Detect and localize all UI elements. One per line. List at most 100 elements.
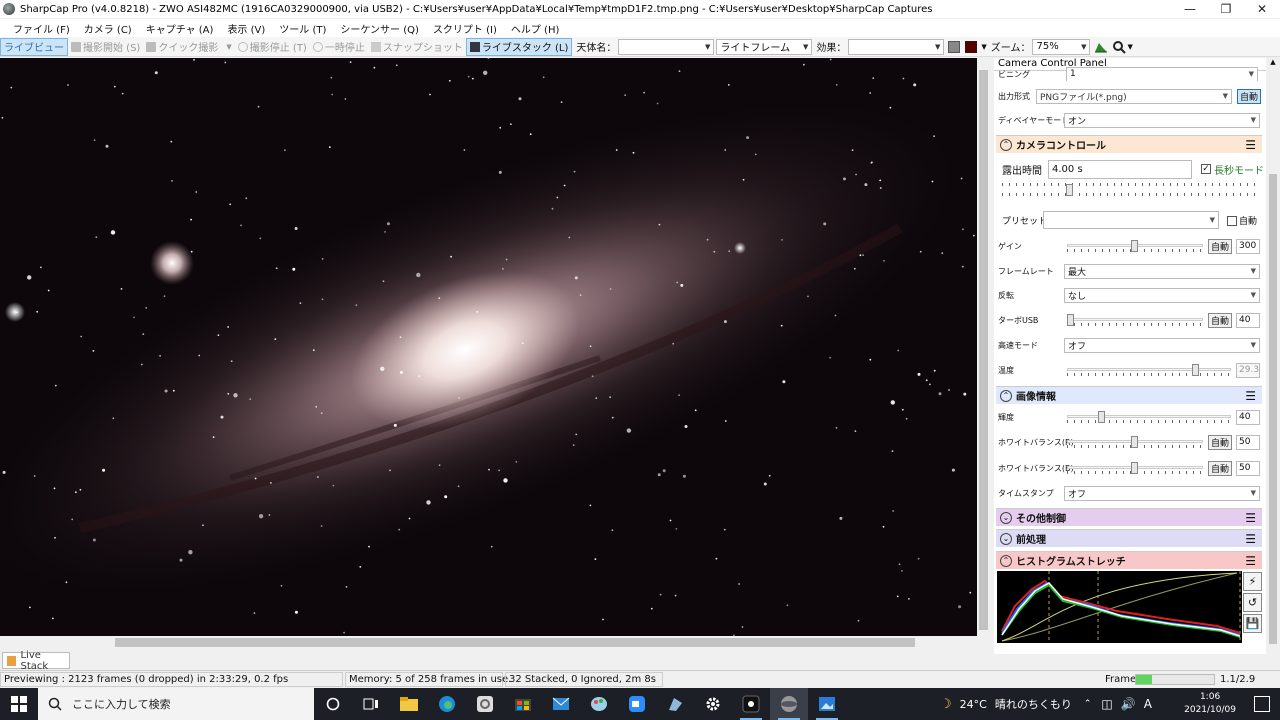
start-capture-button[interactable]: 撮影開始 (S): [68, 38, 143, 56]
chevron-down-icon[interactable]: ▼: [981, 43, 986, 51]
menu-sequencer[interactable]: シーケンサー (Q): [333, 21, 426, 36]
menu-help[interactable]: ヘルプ (H): [504, 21, 567, 36]
settings-icon[interactable]: [694, 688, 732, 720]
target-name-combo[interactable]: ▼: [618, 38, 715, 55]
network-icon[interactable]: ◫: [1101, 697, 1112, 711]
zoom-app-icon[interactable]: [618, 688, 656, 720]
zoom-icon[interactable]: [1112, 40, 1127, 54]
wb-blue-auto-button[interactable]: 自動: [1208, 460, 1233, 476]
reticle-icon[interactable]: [965, 40, 978, 53]
histogram-section-header[interactable]: ⌃ ヒストグラムストレッチ ☰: [996, 551, 1262, 569]
stop-capture-button[interactable]: 撮影停止 (T): [235, 38, 310, 56]
sharpcap-taskbar-icon[interactable]: [770, 688, 808, 720]
timestamp-select[interactable]: オフ ▼: [1064, 485, 1260, 501]
output-auto-button[interactable]: 自動: [1237, 88, 1262, 104]
menu-scripts[interactable]: スクリプト (I): [426, 21, 504, 36]
paint-icon[interactable]: [580, 688, 618, 720]
preset-auto-checkbox[interactable]: [1227, 216, 1237, 226]
menu-camera[interactable]: カメラ (C): [77, 21, 139, 36]
grid-icon[interactable]: [948, 40, 961, 53]
cortana-icon[interactable]: [314, 688, 352, 720]
snapshot-button[interactable]: スナップショット: [368, 38, 466, 56]
turbo-usb-auto-button[interactable]: 自動: [1208, 312, 1233, 328]
turbo-usb-slider[interactable]: [1067, 313, 1203, 327]
flip-select[interactable]: なし ▼: [1064, 287, 1260, 303]
moon-weather-icon[interactable]: ☽: [940, 697, 952, 712]
speaker-icon[interactable]: 🔊: [1121, 697, 1136, 711]
long-exposure-checkbox[interactable]: ✓: [1201, 164, 1211, 174]
hamburger-icon[interactable]: ☰: [1245, 554, 1256, 568]
ink-app-icon[interactable]: [656, 688, 694, 720]
pause-button[interactable]: 一時停止: [310, 38, 368, 56]
gain-slider[interactable]: [1067, 239, 1203, 253]
close-button[interactable]: ✕: [1244, 0, 1280, 18]
scroll-up-icon[interactable]: ▲: [1269, 58, 1277, 68]
reset-icon[interactable]: ↺: [1243, 593, 1262, 612]
brightness-slider-thumb[interactable]: [1098, 411, 1106, 423]
turbo-usb-slider-thumb[interactable]: [1067, 314, 1074, 326]
exposure-slider-thumb[interactable]: [1066, 184, 1073, 196]
live-view-button[interactable]: ライブビュー: [0, 37, 68, 56]
turbo-usb-value[interactable]: 40: [1236, 312, 1260, 328]
panel-scroll-thumb[interactable]: [1269, 174, 1277, 644]
exposure-input[interactable]: 4.00 s: [1048, 159, 1192, 179]
output-format-select[interactable]: PNGファイル(*.png) ▼: [1036, 88, 1232, 104]
histogram-stretch-graph[interactable]: [997, 571, 1242, 643]
hamburger-icon[interactable]: ☰: [1245, 532, 1256, 546]
mail-icon[interactable]: [542, 688, 580, 720]
task-view-icon[interactable]: [352, 688, 390, 720]
gain-slider-thumb[interactable]: [1131, 240, 1138, 252]
framerate-select[interactable]: 最大 ▼: [1064, 263, 1260, 279]
weather-description[interactable]: 晴れのちくもり: [995, 696, 1072, 712]
hamburger-icon[interactable]: ☰: [1245, 389, 1256, 403]
taskbar-clock[interactable]: 1:06 2021/10/09: [1184, 691, 1236, 717]
ime-mode-icon[interactable]: A: [1144, 697, 1152, 711]
camera-controls-section-header[interactable]: ⌃ カメラコントロール ☰: [996, 135, 1262, 153]
hamburger-icon[interactable]: ☰: [1245, 138, 1256, 152]
panel-scrollbar[interactable]: ▲: [1266, 58, 1280, 654]
menu-tools[interactable]: ツール (T): [272, 21, 333, 36]
file-explorer-icon[interactable]: [390, 688, 428, 720]
preset-select[interactable]: ▼: [1043, 211, 1219, 229]
gain-value[interactable]: 300: [1236, 238, 1260, 254]
wb-blue-value[interactable]: 50: [1236, 460, 1260, 476]
debayer-select[interactable]: オン ▼: [1064, 112, 1260, 128]
high-speed-select[interactable]: オフ ▼: [1064, 337, 1260, 353]
other-controls-section-header[interactable]: ⌄ その他制御 ☰: [996, 508, 1262, 526]
horizontal-scrollbar[interactable]: [0, 636, 977, 649]
zoom-combo[interactable]: 75% ▼: [1032, 38, 1091, 55]
taskbar-search-box[interactable]: ここに入力して検索: [38, 688, 314, 720]
store-icon[interactable]: [504, 688, 542, 720]
wb-blue-slider-thumb[interactable]: [1131, 462, 1138, 474]
effect-combo[interactable]: ▼: [848, 38, 945, 55]
hamburger-icon[interactable]: ☰: [1245, 511, 1256, 525]
gain-auto-button[interactable]: 自動: [1208, 238, 1233, 254]
wb-red-slider-thumb[interactable]: [1131, 436, 1138, 448]
live-stack-tab[interactable]: Live Stack: [2, 650, 70, 672]
sync-app-icon[interactable]: [466, 688, 504, 720]
auto-stretch-icon[interactable]: ⚡: [1243, 572, 1262, 591]
vertical-scrollbar[interactable]: [977, 58, 990, 636]
histogram-icon[interactable]: [1094, 41, 1108, 53]
weather-temp[interactable]: 24°C: [960, 698, 987, 711]
chevron-down-icon[interactable]: ▼: [226, 43, 231, 51]
brightness-value[interactable]: 40: [1236, 409, 1260, 425]
wb-blue-slider[interactable]: [1067, 461, 1203, 475]
edge-icon[interactable]: [428, 688, 466, 720]
binning-select[interactable]: 1 ▼: [1066, 67, 1258, 81]
vertical-scroll-thumb[interactable]: [979, 70, 988, 630]
quick-capture-button[interactable]: クイック撮影 ▼: [143, 38, 234, 56]
live-image-view[interactable]: [0, 58, 977, 636]
exposure-slider[interactable]: [1002, 183, 1260, 197]
chevron-down-icon[interactable]: ▼: [1127, 43, 1132, 51]
menu-view[interactable]: 表示 (V): [220, 21, 272, 36]
chevron-up-icon[interactable]: ⌃: [1084, 699, 1092, 709]
wb-red-slider[interactable]: [1067, 435, 1203, 449]
start-button[interactable]: [0, 688, 38, 720]
frame-type-combo[interactable]: ライトフレーム ▼: [716, 38, 813, 55]
save-icon[interactable]: 💾: [1243, 614, 1262, 633]
live-stack-button[interactable]: ライブスタック (L): [465, 37, 573, 56]
wb-red-value[interactable]: 50: [1236, 434, 1260, 450]
minimize-button[interactable]: —: [1172, 0, 1208, 18]
brightness-slider[interactable]: [1067, 410, 1231, 424]
